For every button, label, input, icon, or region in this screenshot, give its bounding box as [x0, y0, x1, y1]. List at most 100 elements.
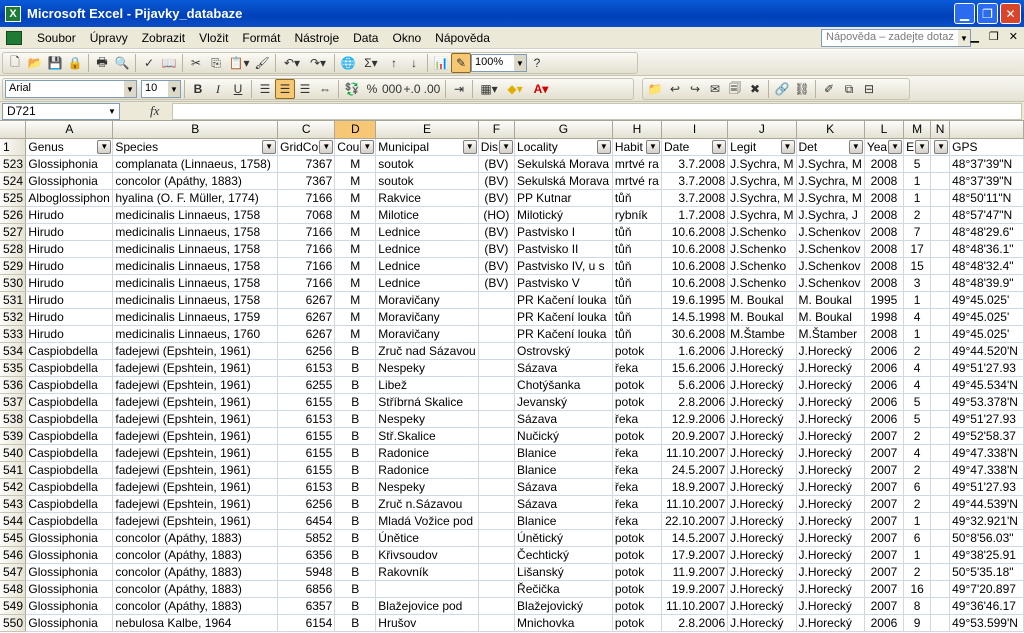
cell[interactable]: medicinalis Linnaeus, 1758: [112, 274, 279, 292]
cell[interactable]: 48°50'11"N: [949, 189, 1024, 207]
autofilter-dropdown-icon[interactable]: ▼: [97, 139, 112, 154]
cell[interactable]: 2007: [864, 563, 905, 581]
cell[interactable]: B: [334, 359, 377, 377]
cell[interactable]: Caspiobdella: [25, 427, 114, 445]
cell[interactable]: concolor (Apáthy, 1883): [112, 529, 279, 547]
column-header-l[interactable]: L: [864, 121, 905, 139]
cell[interactable]: Glossiphonia: [25, 614, 114, 632]
cell[interactable]: [930, 257, 951, 275]
cell[interactable]: fadejewi (Epshtein, 1961): [112, 410, 279, 428]
cell[interactable]: [478, 308, 516, 326]
cell[interactable]: fadejewi (Epshtein, 1961): [112, 461, 279, 479]
doc-minimize-button[interactable]: ▁: [970, 30, 978, 43]
currency-icon[interactable]: 💱: [342, 79, 362, 99]
cell[interactable]: Únětice: [375, 529, 479, 547]
cell[interactable]: M: [334, 206, 377, 224]
cell[interactable]: Pastvisko V: [514, 274, 613, 292]
cell[interactable]: Sázava: [514, 495, 613, 513]
cell[interactable]: 6: [903, 478, 932, 496]
cell[interactable]: 7166: [277, 189, 336, 207]
cell[interactable]: 12.9.2006: [661, 410, 729, 428]
cell[interactable]: Glossiphonia: [25, 155, 114, 173]
comma-style-icon[interactable]: 000: [382, 79, 402, 99]
cell[interactable]: B: [334, 597, 377, 615]
row-header[interactable]: 534: [0, 342, 27, 360]
cell[interactable]: J.Horecký: [727, 359, 797, 377]
menu-upravy[interactable]: Úpravy: [83, 31, 135, 45]
cell[interactable]: potok: [612, 597, 663, 615]
track-changes-icon[interactable]: ✐: [819, 79, 839, 99]
row-header[interactable]: 532: [0, 308, 27, 326]
cell[interactable]: fadejewi (Epshtein, 1961): [112, 342, 279, 360]
cell[interactable]: M: [334, 291, 377, 309]
cell[interactable]: tůň: [612, 189, 663, 207]
cell[interactable]: 1: [903, 189, 932, 207]
bold-button[interactable]: B: [188, 79, 208, 99]
excel-icon[interactable]: X: [5, 5, 21, 22]
cell[interactable]: [930, 155, 951, 173]
cell[interactable]: 10.6.2008: [661, 223, 729, 241]
cell[interactable]: 7166: [277, 240, 336, 258]
cell[interactable]: řeka: [612, 461, 663, 479]
cell[interactable]: J.Horecký: [796, 546, 865, 564]
autofilter-dropdown-icon[interactable]: ▼: [360, 139, 375, 154]
cell[interactable]: potok: [612, 427, 663, 445]
column-header-i[interactable]: I: [661, 121, 729, 139]
cell[interactable]: M. Boukal: [796, 308, 865, 326]
row-header[interactable]: 528: [0, 240, 27, 258]
menu-soubor[interactable]: Soubor: [30, 31, 83, 45]
help-icon[interactable]: ?: [527, 53, 547, 73]
indent-icon[interactable]: ⇥: [449, 79, 469, 99]
cell[interactable]: J.Horecký: [796, 512, 865, 530]
cell[interactable]: B: [334, 410, 377, 428]
autofilter-dropdown-icon[interactable]: ▼: [462, 139, 477, 154]
print-icon[interactable]: 🖶: [92, 53, 112, 73]
cell[interactable]: J.Horecký: [727, 461, 797, 479]
borders-icon[interactable]: ▦▾: [476, 79, 502, 99]
chevron-down-icon[interactable]: ▼: [105, 104, 119, 119]
cell[interactable]: 49°36'46.17: [949, 597, 1024, 615]
cell[interactable]: 2: [903, 206, 932, 224]
cell[interactable]: 6153: [277, 478, 336, 496]
cell[interactable]: Caspiobdella: [25, 444, 114, 462]
cell[interactable]: 6155: [277, 393, 336, 411]
row-header[interactable]: 525: [0, 189, 27, 207]
row-header[interactable]: 548: [0, 580, 27, 598]
cell[interactable]: Chotýšanka: [514, 376, 613, 394]
cell[interactable]: 19.6.1995: [661, 291, 729, 309]
end-review-icon[interactable]: ⊟: [859, 79, 879, 99]
cell[interactable]: [930, 291, 951, 309]
cell[interactable]: (BV): [478, 274, 516, 292]
permission-icon[interactable]: 🔒: [65, 53, 85, 73]
cell[interactable]: 6267: [277, 325, 336, 343]
forward-icon[interactable]: ↪: [685, 79, 705, 99]
cell[interactable]: řeka: [612, 495, 663, 513]
align-left-icon[interactable]: ☰: [255, 79, 275, 99]
menu-napoveda[interactable]: Nápověda: [428, 31, 497, 45]
cell[interactable]: potok: [612, 614, 663, 632]
cell[interactable]: 2007: [864, 478, 905, 496]
cell[interactable]: J.Horecký: [727, 546, 797, 564]
cell[interactable]: B: [334, 495, 377, 513]
cell[interactable]: Lišanský: [514, 563, 613, 581]
undo-icon[interactable]: ↶▾: [279, 53, 305, 73]
cell[interactable]: 2.8.2006: [661, 393, 729, 411]
row-header[interactable]: 539: [0, 427, 27, 445]
font-color-icon[interactable]: A▾: [528, 79, 554, 99]
cell[interactable]: soutok: [375, 155, 479, 173]
cell[interactable]: 2007: [864, 546, 905, 564]
cell[interactable]: fadejewi (Epshtein, 1961): [112, 512, 279, 530]
cell[interactable]: concolor (Apáthy, 1883): [112, 597, 279, 615]
row-header[interactable]: 544: [0, 512, 27, 530]
cell[interactable]: Stříbrná Skalice: [375, 393, 479, 411]
cell[interactable]: Caspiobdella: [25, 478, 114, 496]
cell[interactable]: 2006: [864, 614, 905, 632]
cell[interactable]: Glossiphonia: [25, 172, 114, 190]
row-header[interactable]: 536: [0, 376, 27, 394]
cell[interactable]: [478, 291, 516, 309]
cell[interactable]: 3.7.2008: [661, 189, 729, 207]
cell[interactable]: 1998: [864, 308, 905, 326]
cell[interactable]: 30.6.2008: [661, 325, 729, 343]
cell[interactable]: [930, 240, 951, 258]
row-header[interactable]: 530: [0, 274, 27, 292]
